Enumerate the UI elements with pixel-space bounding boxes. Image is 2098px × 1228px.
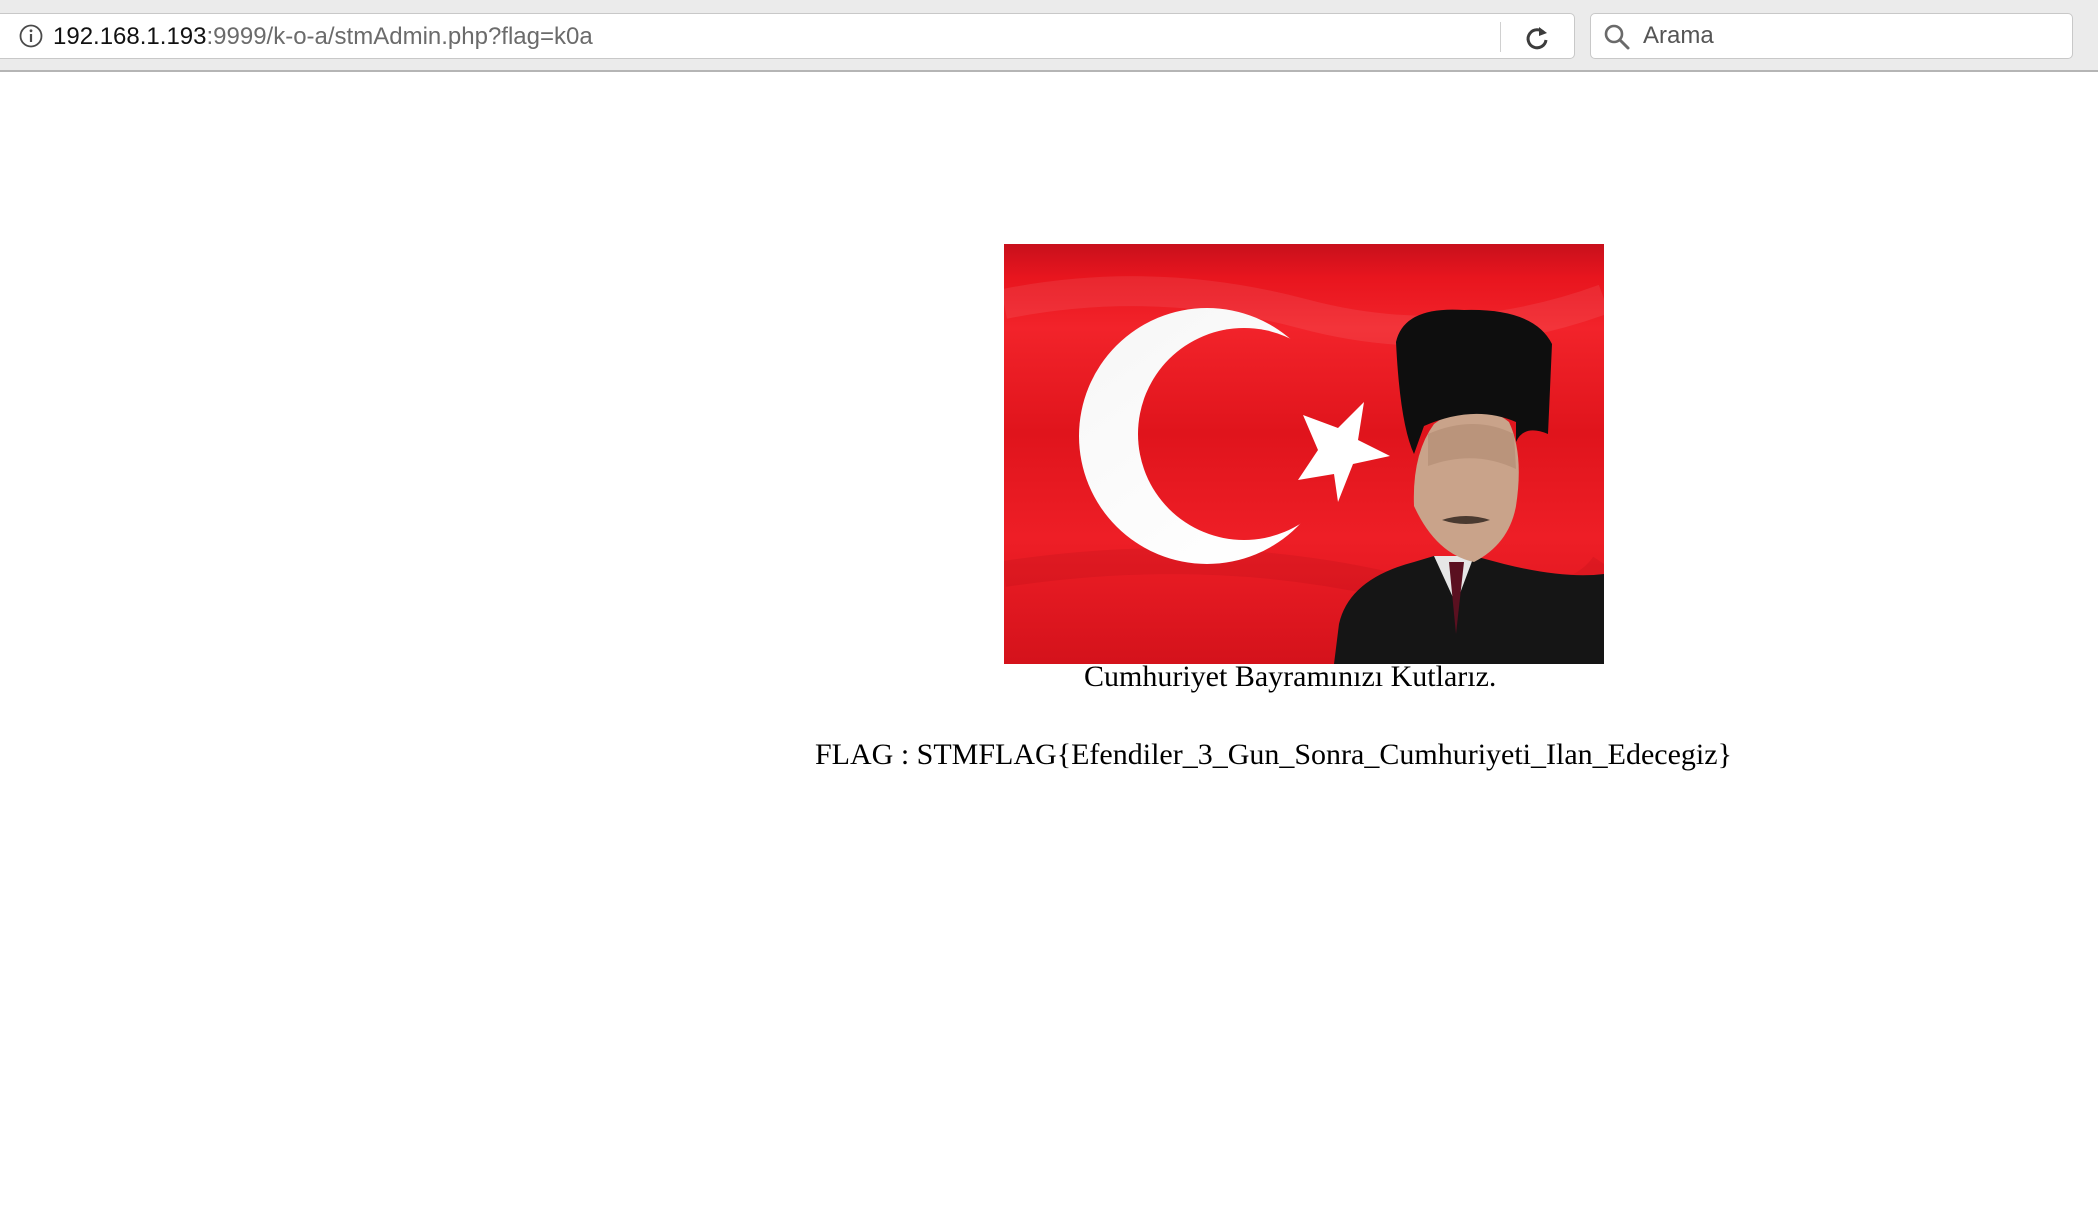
url-host: 192.168.1.193	[53, 23, 207, 50]
url-divider	[1500, 22, 1501, 52]
greeting-caption: Cumhuriyet Bayramınızı Kutlarız.	[1084, 660, 1497, 693]
url-path: :9999/k-o-a/stmAdmin.php?flag=k0a	[206, 23, 593, 50]
address-bar[interactable]: 192.168.1.193:9999/k-o-a/stmAdmin.php?fl…	[0, 13, 1575, 59]
info-icon[interactable]	[19, 24, 43, 48]
page-content: Cumhuriyet Bayramınızı Kutlarız. FLAG : …	[0, 72, 2098, 1228]
search-icon	[1604, 24, 1630, 50]
search-input[interactable]	[1643, 20, 2053, 52]
reload-icon[interactable]	[1522, 22, 1552, 52]
flag-text: FLAG : STMFLAG{Efendiler_3_Gun_Sonra_Cum…	[815, 738, 1732, 771]
url-text[interactable]: 192.168.1.193:9999/k-o-a/stmAdmin.php?fl…	[53, 23, 593, 51]
turkish-flag-portrait-image	[1004, 244, 1604, 664]
search-bar[interactable]	[1590, 13, 2073, 59]
browser-toolbar: 192.168.1.193:9999/k-o-a/stmAdmin.php?fl…	[0, 0, 2098, 72]
